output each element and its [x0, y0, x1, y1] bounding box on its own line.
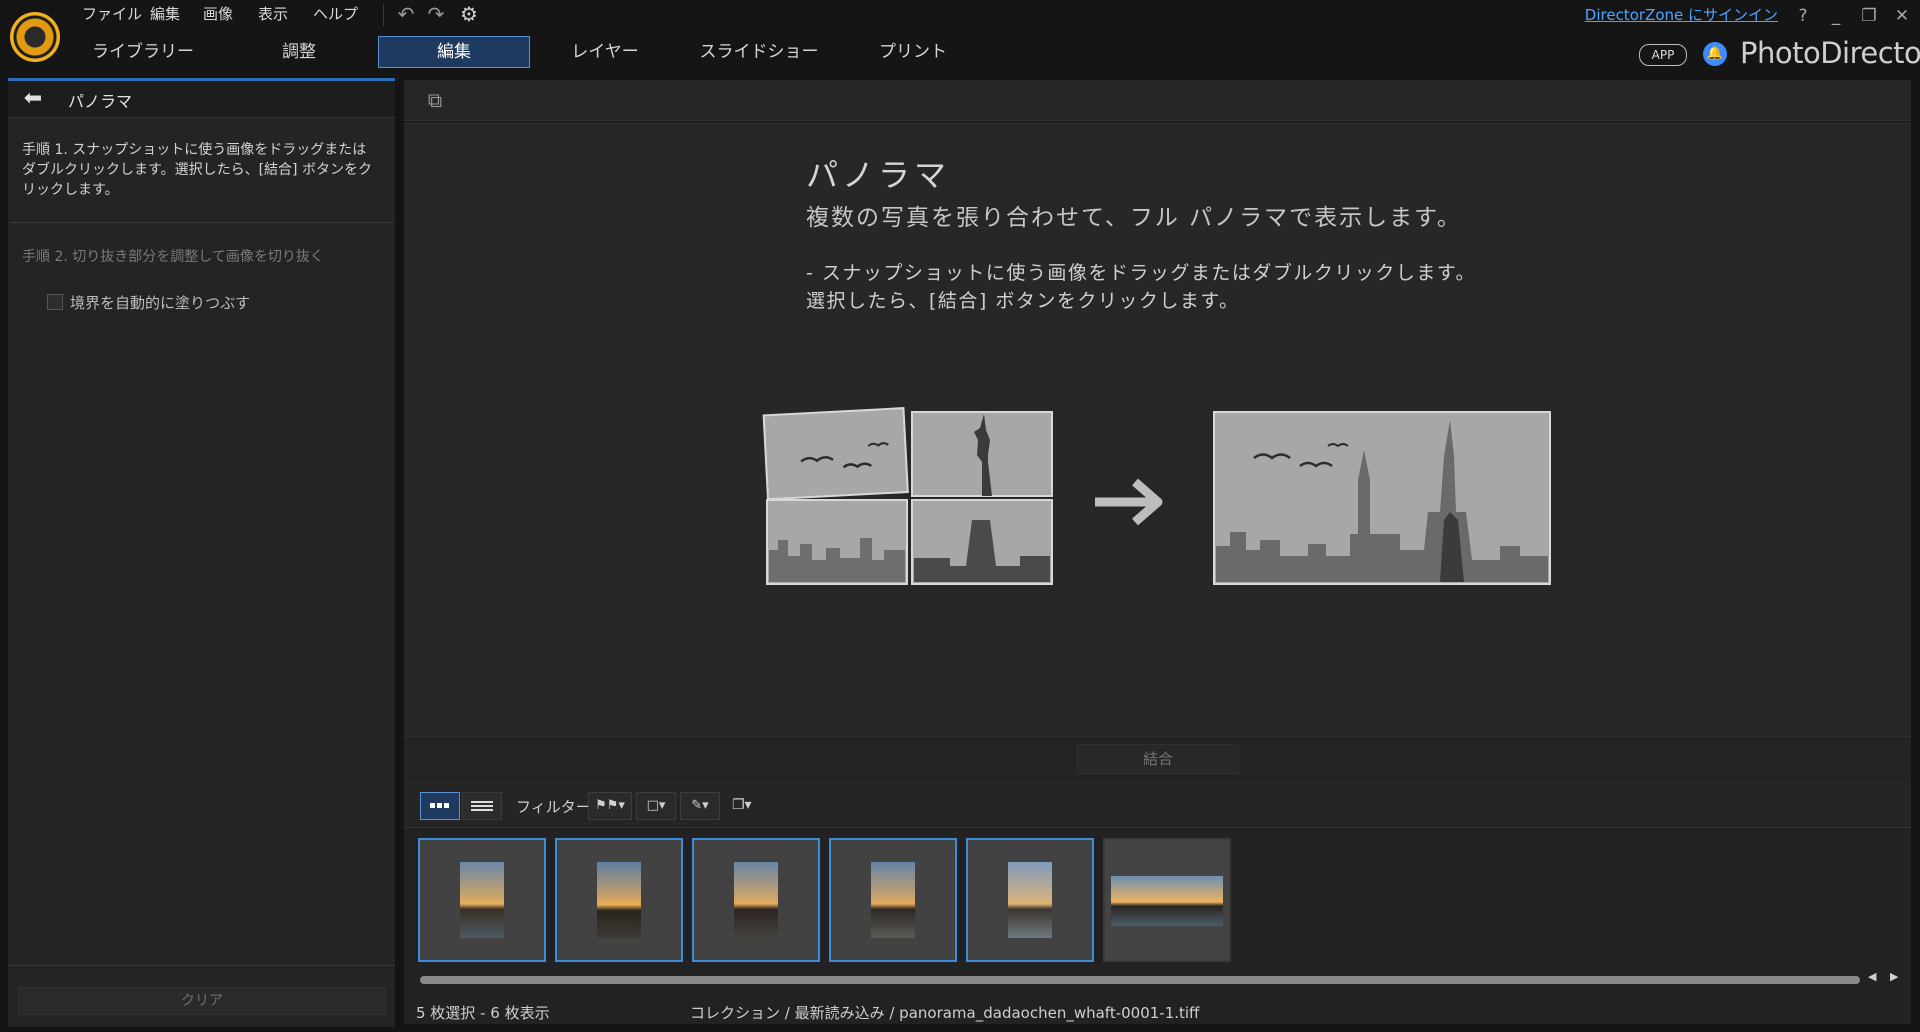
- grid-view-button[interactable]: [420, 792, 460, 820]
- undo-icon[interactable]: ↶: [394, 2, 418, 26]
- combine-button[interactable]: 結合: [1077, 744, 1239, 774]
- panel-bottom-divider: [8, 965, 395, 966]
- thumbnail-image: [871, 862, 915, 938]
- tab-layers[interactable]: レイヤー: [530, 36, 680, 68]
- view-mode-bar: [404, 80, 1911, 121]
- clear-button[interactable]: クリア: [18, 987, 386, 1015]
- grid-view-icon: [430, 803, 449, 808]
- restore-button[interactable]: ❐: [1856, 4, 1882, 28]
- menu-divider: [383, 4, 384, 26]
- compare-view-icon[interactable]: ⧉: [420, 88, 450, 112]
- filmstrip-scrollbar[interactable]: [420, 976, 1860, 984]
- directorzone-signin-link[interactable]: DirectorZone にサインイン: [1585, 4, 1778, 25]
- scroll-left-icon[interactable]: ◀: [1868, 970, 1876, 983]
- stack-dropdown[interactable]: ❐▾: [732, 792, 764, 818]
- rating-filter-dropdown[interactable]: □▾: [636, 792, 676, 820]
- autofill-label: 境界を自動的に塗りつぶす: [70, 294, 251, 312]
- intro-subtitle: 複数の写真を張り合わせて、フル パノラマで表示します。: [806, 205, 1462, 231]
- tab-print[interactable]: プリント: [838, 36, 988, 68]
- app-logo: [10, 12, 60, 62]
- list-view-icon: [471, 801, 493, 811]
- thumbnail-image: [460, 862, 504, 938]
- stack-icon: ❐▾: [732, 797, 752, 813]
- thumbnail-image: [597, 862, 641, 938]
- thumbnail-image: [734, 862, 778, 938]
- scroll-right-icon[interactable]: ▶: [1890, 970, 1898, 983]
- brand-name: PhotoDirector: [1740, 36, 1920, 70]
- menu-image[interactable]: 画像: [203, 2, 233, 26]
- filter-label: フィルター:: [516, 798, 596, 816]
- autofill-checkbox[interactable]: [47, 294, 63, 310]
- panel-header: [8, 81, 395, 118]
- intro-title: パノラマ: [806, 156, 951, 194]
- panorama-illustration: [762, 407, 1551, 585]
- list-view-button[interactable]: [462, 792, 502, 820]
- selection-status: 5 枚選択 - 6 枚表示: [416, 1004, 550, 1022]
- thumbnail[interactable]: [1103, 838, 1231, 962]
- back-arrow-icon[interactable]: ⬅: [18, 86, 48, 112]
- app-badge[interactable]: APP: [1639, 44, 1687, 66]
- thumbnail[interactable]: [555, 838, 683, 962]
- menu-help[interactable]: ヘルプ: [313, 2, 358, 26]
- help-button[interactable]: ?: [1790, 4, 1816, 28]
- thumbnail[interactable]: [829, 838, 957, 962]
- step1-instructions: 手順 1. スナップショットに使う画像をドラッグまたはダブルクリックします。選択…: [22, 142, 372, 198]
- step2-instructions: 手順 2. 切り抜き部分を調整して画像を切り抜く: [22, 249, 324, 265]
- pencil-icon: ✎▾: [691, 798, 709, 813]
- tab-library[interactable]: ライブラリー: [68, 36, 218, 68]
- intro-description-line1: - スナップショットに使う画像をドラッグまたはダブルクリックします。: [806, 262, 1476, 284]
- minimize-button[interactable]: _: [1823, 4, 1849, 28]
- tab-edit[interactable]: 編集: [378, 36, 530, 68]
- notification-bell-icon[interactable]: 🔔: [1703, 42, 1727, 66]
- tab-adjust[interactable]: 調整: [224, 36, 374, 68]
- panel-title: パノラマ: [68, 92, 133, 111]
- thumbnail[interactable]: [966, 838, 1094, 962]
- panorama-side-panel: [8, 78, 395, 1027]
- thumbnail-image: [1008, 862, 1052, 938]
- tab-slideshow[interactable]: スライドショー: [684, 36, 834, 68]
- redo-icon[interactable]: ↷: [424, 2, 448, 26]
- thumbnail[interactable]: [692, 838, 820, 962]
- settings-gear-icon[interactable]: ⚙: [457, 2, 481, 26]
- edit-filter-dropdown[interactable]: ✎▾: [680, 792, 720, 820]
- menu-edit[interactable]: 編集: [150, 2, 180, 26]
- thumbnail[interactable]: [418, 838, 546, 962]
- close-button[interactable]: ✕: [1889, 4, 1915, 28]
- flag-filter-dropdown[interactable]: ⚑⚑▾: [588, 792, 632, 820]
- square-icon: □▾: [646, 798, 666, 813]
- step-divider: [10, 222, 393, 223]
- menu-file[interactable]: ファイル: [82, 2, 142, 26]
- thumbnail-image: [1111, 876, 1223, 926]
- intro-description-line2: 選択したら、[結合] ボタンをクリックします。: [806, 290, 1240, 312]
- file-path: コレクション / 最新読み込み / panorama_dadaochen_wha…: [690, 1004, 1200, 1022]
- menu-view[interactable]: 表示: [258, 2, 288, 26]
- tile-birds: [762, 407, 909, 501]
- flag-icon: ⚑⚑▾: [595, 798, 625, 813]
